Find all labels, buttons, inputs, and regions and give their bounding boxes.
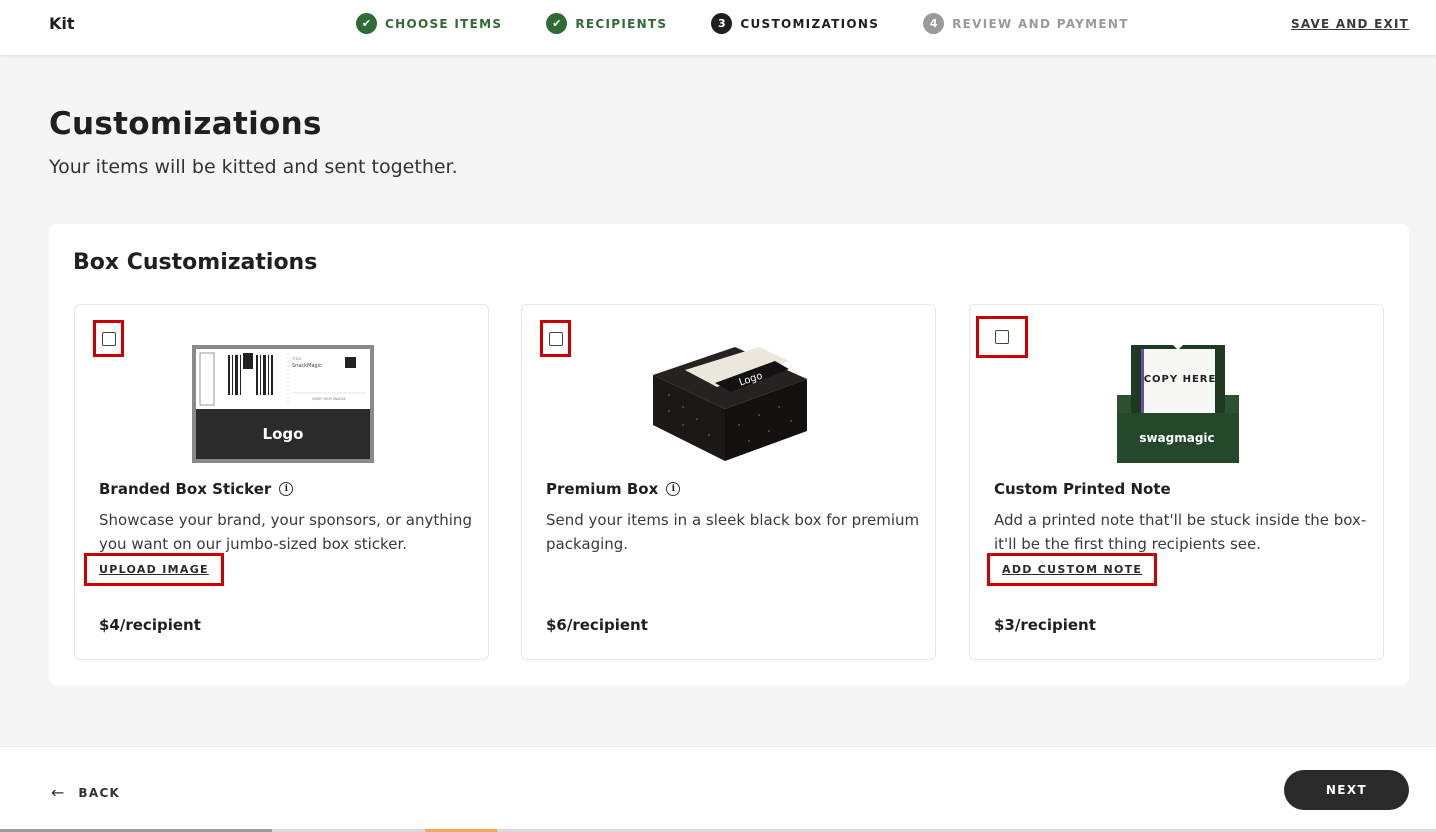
note-copy-text: COPY HERE: [1144, 374, 1217, 385]
card-price: $3/recipient: [994, 616, 1096, 634]
check-icon: ✔: [356, 13, 377, 34]
step-number-badge: 4: [923, 13, 945, 34]
checkbox-highlight: [93, 320, 124, 357]
step-customizations[interactable]: 3 CUSTOMIZATIONS: [711, 13, 879, 34]
card-description: Showcase your brand, your sponsors, or a…: [99, 511, 472, 553]
step-review-and-payment[interactable]: 4 REVIEW AND PAYMENT: [923, 13, 1129, 34]
checkbox-highlight: [540, 320, 571, 357]
sticker-caption-text: ENJOY YOUR SNACKS: [312, 397, 345, 401]
progress-steps: ✔ CHOOSE ITEMS ✔ RECIPIENTS 3 CUSTOMIZAT…: [356, 13, 1173, 34]
app-title: Kit: [49, 14, 75, 33]
step-choose-items[interactable]: ✔ CHOOSE ITEMS: [356, 13, 502, 34]
sticker-brand-text: SnackMagic: [292, 363, 322, 369]
next-button[interactable]: NEXT: [1284, 770, 1409, 810]
page-title: Customizations: [49, 106, 322, 142]
step-label: CHOOSE ITEMS: [385, 16, 503, 31]
premium-box-image: Logo: [653, 347, 807, 461]
card-description: Send your items in a sleek black box for…: [546, 511, 920, 553]
section-title: Box Customizations: [73, 250, 318, 275]
premium-box-checkbox[interactable]: [548, 331, 563, 346]
add-custom-note-link[interactable]: ADD CUSTOM NOTE: [1002, 563, 1142, 576]
step-label: CUSTOMIZATIONS: [740, 16, 880, 31]
arrow-left-icon: ←: [51, 783, 65, 802]
step-number-badge: 3: [711, 13, 733, 34]
back-button[interactable]: ← BACK: [51, 783, 120, 802]
action-highlight: UPLOAD IMAGE: [84, 553, 224, 586]
step-label: RECIPIENTS: [575, 16, 668, 31]
save-and-exit-link[interactable]: SAVE AND EXIT: [1291, 17, 1409, 31]
top-header: Kit ✔ CHOOSE ITEMS ✔ RECIPIENTS 3 CUSTOM…: [0, 0, 1436, 56]
note-brand-text: swagmagic: [1139, 431, 1214, 445]
card-name: Branded Box Sticker i: [99, 480, 294, 498]
card-price: $4/recipient: [99, 616, 201, 634]
card-price: $6/recipient: [546, 616, 648, 634]
checkbox-highlight: [976, 316, 1028, 358]
step-label: REVIEW AND PAYMENT: [952, 16, 1129, 31]
info-icon[interactable]: i: [666, 482, 681, 496]
check-icon: ✔: [546, 13, 568, 34]
sticker-title-text: TITLE: [291, 357, 301, 361]
printed-note-image: COPY HERE swagmagic: [1117, 345, 1239, 463]
info-icon[interactable]: i: [279, 482, 294, 496]
card-branded-box-sticker: TITLE SnackMagic ENJOY YOUR SNACKS Logo …: [74, 304, 489, 660]
card-description: Add a printed note that'll be stuck insi…: [994, 511, 1367, 553]
card-name-text: Custom Printed Note: [994, 480, 1171, 498]
upload-image-link[interactable]: UPLOAD IMAGE: [99, 563, 209, 576]
card-premium-box: Logo Premium Box i Send your items in a …: [521, 304, 936, 660]
card-name: Custom Printed Note: [994, 480, 1171, 498]
footer-bar: ← BACK NEXT: [0, 746, 1436, 832]
branded-box-sticker-checkbox[interactable]: [101, 331, 116, 346]
action-highlight: ADD CUSTOM NOTE: [987, 553, 1158, 586]
step-recipients[interactable]: ✔ RECIPIENTS: [546, 13, 667, 34]
page-subtitle: Your items will be kitted and sent toget…: [49, 156, 458, 178]
sticker-logo-text: Logo: [263, 425, 304, 443]
back-label: BACK: [78, 785, 121, 800]
card-name-text: Branded Box Sticker: [99, 480, 272, 498]
box-customizations-panel: Box Customizations TITLE SnackMagic ENJO…: [49, 224, 1409, 685]
card-custom-printed-note: COPY HERE swagmagic Custom Printed Note …: [969, 304, 1384, 660]
card-name: Premium Box i: [546, 480, 681, 498]
custom-printed-note-checkbox[interactable]: [995, 330, 1009, 344]
box-sticker-image: TITLE SnackMagic ENJOY YOUR SNACKS Logo: [192, 345, 374, 463]
card-name-text: Premium Box: [546, 480, 659, 498]
